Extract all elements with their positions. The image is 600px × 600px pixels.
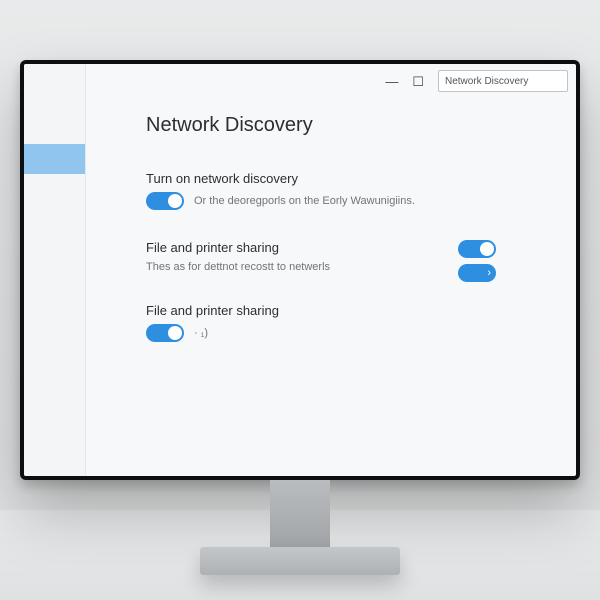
sidebar-item-active[interactable] [24, 144, 85, 174]
toggle-file-sharing[interactable] [458, 240, 496, 258]
titlebar: — ☐ [377, 64, 576, 98]
toggle-network-discovery[interactable] [146, 192, 184, 210]
setting-file-printer-sharing-2: File and printer sharing · ₁) [146, 303, 536, 342]
page-title: Network Discovery [146, 114, 536, 137]
toggle-knob [168, 194, 182, 208]
monitor-frame: — ☐ Network Discovery Turn on network di… [20, 60, 580, 480]
search-input[interactable] [438, 70, 568, 92]
setting-title: File and printer sharing [146, 303, 536, 318]
toggle-knob [168, 326, 182, 340]
setting-title: Turn on network discovery [146, 171, 536, 186]
minimize-icon[interactable]: — [385, 75, 398, 88]
sidebar [24, 64, 86, 476]
expand-button[interactable]: › [458, 264, 496, 282]
setting-description: Or the deoregporls on the Eorly Wawunigi… [194, 195, 415, 207]
setting-network-discovery: Turn on network discovery Or the deoregp… [146, 171, 536, 210]
chevron-right-icon: › [487, 267, 491, 279]
maximize-icon[interactable]: ☐ [412, 75, 424, 88]
app-window: — ☐ Network Discovery Turn on network di… [24, 64, 576, 476]
setting-file-printer-sharing-1: File and printer sharing Thes as for det… [146, 240, 536, 273]
toggle-group: › [458, 240, 496, 282]
toggle-knob [480, 242, 494, 256]
setting-hint: · ₁) [194, 327, 208, 339]
window-controls: — ☐ [385, 75, 424, 88]
monitor-stand-base [200, 547, 400, 575]
toggle-file-sharing-2[interactable] [146, 324, 184, 342]
monitor-stand-neck [270, 480, 330, 550]
main-panel: Network Discovery Turn on network discov… [86, 64, 576, 476]
